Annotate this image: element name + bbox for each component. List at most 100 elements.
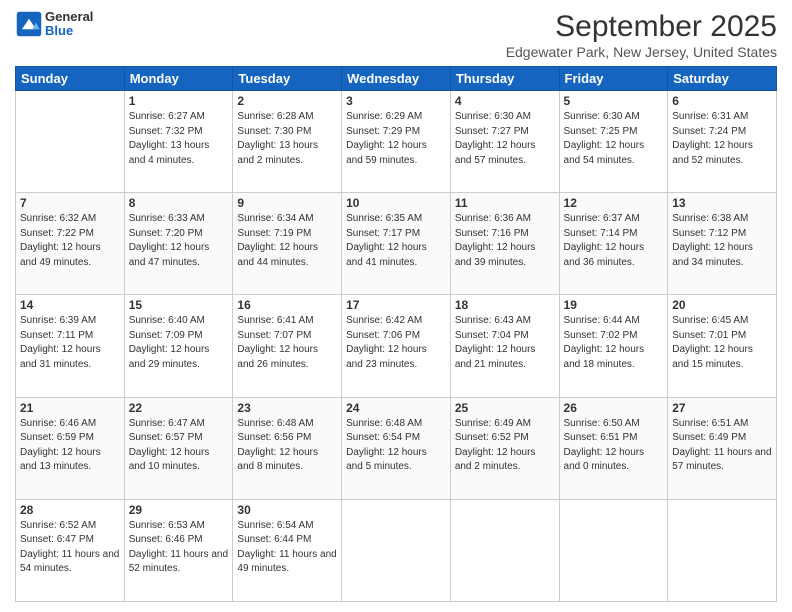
calendar-header-row: SundayMondayTuesdayWednesdayThursdayFrid… <box>16 67 777 91</box>
title-block: September 2025 Edgewater Park, New Jerse… <box>506 10 777 60</box>
calendar-cell: 21Sunrise: 6:46 AMSunset: 6:59 PMDayligh… <box>16 397 125 499</box>
day-info: Sunrise: 6:53 AMSunset: 6:46 PMDaylight:… <box>129 519 229 577</box>
calendar-cell: 8Sunrise: 6:33 AMSunset: 7:20 PMDaylight… <box>124 193 233 295</box>
day-info: Sunrise: 6:34 AMSunset: 7:19 PMDaylight:… <box>237 212 337 270</box>
calendar-cell: 5Sunrise: 6:30 AMSunset: 7:25 PMDaylight… <box>559 91 668 193</box>
calendar-cell <box>559 499 668 601</box>
day-number: 18 <box>455 298 555 312</box>
day-number: 1 <box>129 94 229 108</box>
day-info: Sunrise: 6:36 AMSunset: 7:16 PMDaylight:… <box>455 212 555 270</box>
calendar-cell: 16 Sunrise: 6:41 AMSunset: 7:07 PMDayligh… <box>233 295 342 397</box>
day-number: 27 <box>672 401 772 415</box>
calendar-cell: 6 Sunrise: 6:31 AMSunset: 7:24 PMDaylight… <box>668 91 777 193</box>
day-number: 26 <box>564 401 664 415</box>
day-number: 3 <box>346 94 446 108</box>
calendar-cell <box>668 499 777 601</box>
calendar-cell: 2 Sunrise: 6:28 AMSunset: 7:30 PMDaylight… <box>233 91 342 193</box>
calendar-cell: 23 Sunrise: 6:48 AMSunset: 6:56 PMDayligh… <box>233 397 342 499</box>
calendar-cell: 30 Sunrise: 6:54 AMSunset: 6:44 PMDayligh… <box>233 499 342 601</box>
calendar-table: SundayMondayTuesdayWednesdayThursdayFrid… <box>15 66 777 602</box>
day-info: Sunrise: 6:27 AMSunset: 7:32 PMDaylight:… <box>129 110 229 168</box>
day-number: 20 <box>672 298 772 312</box>
day-info: Sunrise: 6:50 AMSunset: 6:51 PMDaylight:… <box>564 417 664 475</box>
day-number: 29 <box>129 503 229 517</box>
day-info: Sunrise: 6:35 AMSunset: 7:17 PMDaylight:… <box>346 212 446 270</box>
day-info: Sunrise: 6:54 AMSunset: 6:44 PMDaylight:… <box>237 519 337 577</box>
day-number: 10 <box>346 196 446 210</box>
day-info: Sunrise: 6:45 AMSunset: 7:01 PMDaylight:… <box>672 314 772 372</box>
calendar-cell <box>342 499 451 601</box>
calendar-day-header: Wednesday <box>342 67 451 91</box>
day-info: Sunrise: 6:46 AMSunset: 6:59 PMDaylight:… <box>20 417 120 475</box>
calendar-cell: 20 Sunrise: 6:45 AMSunset: 7:01 PMDayligh… <box>668 295 777 397</box>
day-info: Sunrise: 6:47 AMSunset: 6:57 PMDaylight:… <box>129 417 229 475</box>
calendar-cell: 4Sunrise: 6:30 AMSunset: 7:27 PMDaylight… <box>450 91 559 193</box>
day-number: 15 <box>129 298 229 312</box>
main-title: September 2025 <box>506 10 777 44</box>
calendar-week-row: 1 Sunrise: 6:27 AMSunset: 7:32 PMDaylight… <box>16 91 777 193</box>
day-number: 16 <box>237 298 337 312</box>
day-info: Sunrise: 6:44 AMSunset: 7:02 PMDaylight:… <box>564 314 664 372</box>
day-number: 11 <box>455 196 555 210</box>
day-number: 23 <box>237 401 337 415</box>
calendar-cell: 19 Sunrise: 6:44 AMSunset: 7:02 PMDayligh… <box>559 295 668 397</box>
day-number: 19 <box>564 298 664 312</box>
day-info: Sunrise: 6:29 AMSunset: 7:29 PMDaylight:… <box>346 110 446 168</box>
logo-text: General Blue <box>45 10 93 39</box>
calendar-cell: 1 Sunrise: 6:27 AMSunset: 7:32 PMDaylight… <box>124 91 233 193</box>
day-number: 25 <box>455 401 555 415</box>
calendar-day-header: Friday <box>559 67 668 91</box>
day-info: Sunrise: 6:43 AMSunset: 7:04 PMDaylight:… <box>455 314 555 372</box>
day-info: Sunrise: 6:49 AMSunset: 6:52 PMDaylight:… <box>455 417 555 475</box>
day-info: Sunrise: 6:28 AMSunset: 7:30 PMDaylight:… <box>237 110 337 168</box>
calendar-week-row: 7 Sunrise: 6:32 AMSunset: 7:22 PMDaylight… <box>16 193 777 295</box>
calendar-cell: 7 Sunrise: 6:32 AMSunset: 7:22 PMDaylight… <box>16 193 125 295</box>
calendar-cell: 17 Sunrise: 6:42 AMSunset: 7:06 PMDayligh… <box>342 295 451 397</box>
calendar-cell <box>450 499 559 601</box>
day-number: 22 <box>129 401 229 415</box>
header: General Blue September 2025 Edgewater Pa… <box>15 10 777 60</box>
day-number: 6 <box>672 94 772 108</box>
calendar-cell: 12Sunrise: 6:37 AMSunset: 7:14 PMDayligh… <box>559 193 668 295</box>
day-info: Sunrise: 6:39 AMSunset: 7:11 PMDaylight:… <box>20 314 120 372</box>
logo: General Blue <box>15 10 93 39</box>
day-number: 17 <box>346 298 446 312</box>
day-number: 7 <box>20 196 120 210</box>
calendar-cell: 29 Sunrise: 6:53 AMSunset: 6:46 PMDayligh… <box>124 499 233 601</box>
calendar-cell: 10 Sunrise: 6:35 AMSunset: 7:17 PMDayligh… <box>342 193 451 295</box>
day-info: Sunrise: 6:41 AMSunset: 7:07 PMDaylight:… <box>237 314 337 372</box>
calendar-cell: 11 Sunrise: 6:36 AMSunset: 7:16 PMDayligh… <box>450 193 559 295</box>
day-info: Sunrise: 6:42 AMSunset: 7:06 PMDaylight:… <box>346 314 446 372</box>
day-number: 12 <box>564 196 664 210</box>
calendar-cell: 14 Sunrise: 6:39 AMSunset: 7:11 PMDayligh… <box>16 295 125 397</box>
subtitle: Edgewater Park, New Jersey, United State… <box>506 44 777 60</box>
day-number: 30 <box>237 503 337 517</box>
calendar-cell: 13 Sunrise: 6:38 AMSunset: 7:12 PMDayligh… <box>668 193 777 295</box>
calendar-day-header: Sunday <box>16 67 125 91</box>
day-info: Sunrise: 6:32 AMSunset: 7:22 PMDaylight:… <box>20 212 120 270</box>
calendar-cell: 26 Sunrise: 6:50 AMSunset: 6:51 PMDayligh… <box>559 397 668 499</box>
calendar-cell <box>16 91 125 193</box>
calendar-week-row: 14 Sunrise: 6:39 AMSunset: 7:11 PMDayligh… <box>16 295 777 397</box>
day-number: 13 <box>672 196 772 210</box>
calendar-week-row: 28 Sunrise: 6:52 AMSunset: 6:47 PMDayligh… <box>16 499 777 601</box>
logo-icon <box>15 10 43 38</box>
day-number: 8 <box>129 196 229 210</box>
day-info: Sunrise: 6:31 AMSunset: 7:24 PMDaylight:… <box>672 110 772 168</box>
logo-blue: Blue <box>45 24 93 38</box>
calendar-cell: 24Sunrise: 6:48 AMSunset: 6:54 PMDayligh… <box>342 397 451 499</box>
day-number: 5 <box>564 94 664 108</box>
day-info: Sunrise: 6:52 AMSunset: 6:47 PMDaylight:… <box>20 519 120 577</box>
day-info: Sunrise: 6:40 AMSunset: 7:09 PMDaylight:… <box>129 314 229 372</box>
calendar-day-header: Thursday <box>450 67 559 91</box>
calendar-cell: 18 Sunrise: 6:43 AMSunset: 7:04 PMDayligh… <box>450 295 559 397</box>
day-info: Sunrise: 6:48 AMSunset: 6:56 PMDaylight:… <box>237 417 337 475</box>
day-number: 9 <box>237 196 337 210</box>
day-info: Sunrise: 6:38 AMSunset: 7:12 PMDaylight:… <box>672 212 772 270</box>
day-info: Sunrise: 6:48 AMSunset: 6:54 PMDaylight:… <box>346 417 446 475</box>
day-number: 2 <box>237 94 337 108</box>
day-info: Sunrise: 6:30 AMSunset: 7:27 PMDaylight:… <box>455 110 555 168</box>
page: General Blue September 2025 Edgewater Pa… <box>0 0 792 612</box>
day-number: 28 <box>20 503 120 517</box>
day-number: 14 <box>20 298 120 312</box>
